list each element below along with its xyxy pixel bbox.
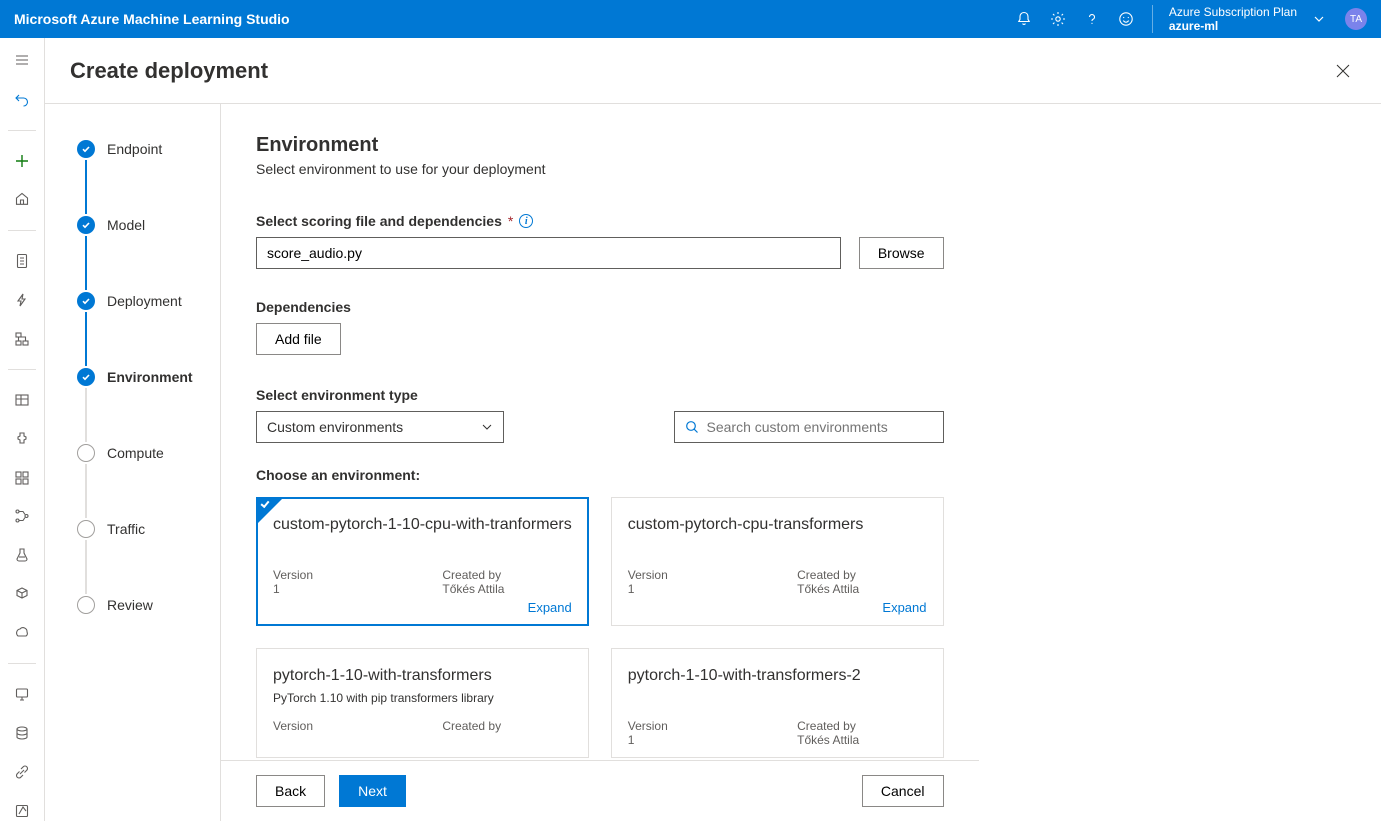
env-search-box[interactable] xyxy=(674,411,944,443)
pipelines-icon[interactable] xyxy=(6,506,38,527)
chevron-down-icon xyxy=(481,421,493,433)
step-compute[interactable]: Compute xyxy=(77,442,220,464)
env-card-desc: PyTorch 1.10 with pip transformers libra… xyxy=(273,691,572,705)
undo-icon[interactable] xyxy=(6,89,38,110)
scoring-file-input[interactable] xyxy=(256,237,841,269)
env-card-createdby-label: Created by xyxy=(442,719,571,733)
env-card[interactable]: pytorch-1-10-with-transformers-2 Version… xyxy=(611,648,944,758)
cancel-button[interactable]: Cancel xyxy=(862,775,944,807)
plus-icon[interactable] xyxy=(6,150,38,171)
close-icon[interactable] xyxy=(1330,58,1356,87)
left-nav xyxy=(0,38,45,821)
step-deployment[interactable]: Deployment xyxy=(77,290,220,312)
env-card-title: pytorch-1-10-with-transformers-2 xyxy=(628,667,927,685)
env-card-createdby-label: Created by xyxy=(797,568,926,582)
dependencies-label: Dependencies xyxy=(256,299,944,315)
env-type-label: Select environment type xyxy=(256,387,504,403)
step-review[interactable]: Review xyxy=(77,594,220,616)
env-card[interactable]: custom-pytorch-1-10-cpu-with-tranformers… xyxy=(256,497,589,626)
components-icon[interactable] xyxy=(6,467,38,488)
env-card-createdby-label: Created by xyxy=(442,568,571,582)
title-bar: Microsoft Azure Machine Learning Studio … xyxy=(0,0,1381,38)
notifications-icon[interactable] xyxy=(1016,11,1032,27)
linked-services-icon[interactable] xyxy=(6,761,38,782)
subscription-label: Azure Subscription Plan xyxy=(1169,5,1297,19)
datastores-icon[interactable] xyxy=(6,723,38,744)
endpoints-icon[interactable] xyxy=(6,622,38,643)
env-card-expand[interactable]: Expand xyxy=(273,600,572,615)
automl-icon[interactable] xyxy=(6,289,38,310)
step-traffic[interactable]: Traffic xyxy=(77,518,220,540)
designer-icon[interactable] xyxy=(6,328,38,349)
env-card-createdby-value: Tőkés Attila xyxy=(797,582,926,596)
env-card-version-value: 1 xyxy=(628,582,757,596)
next-button[interactable]: Next xyxy=(339,775,406,807)
back-button[interactable]: Back xyxy=(256,775,325,807)
browse-button[interactable]: Browse xyxy=(859,237,944,269)
home-icon[interactable] xyxy=(6,189,38,210)
env-card-version-value: 1 xyxy=(628,733,757,747)
env-type-select[interactable]: Custom environments xyxy=(256,411,504,443)
env-search-input[interactable] xyxy=(707,419,933,435)
product-name: Microsoft Azure Machine Learning Studio xyxy=(14,11,290,27)
step-environment[interactable]: Environment xyxy=(77,366,220,388)
subscription-switcher[interactable]: Azure Subscription Plan azure-ml xyxy=(1152,5,1303,34)
help-icon[interactable] xyxy=(1084,11,1100,27)
env-card[interactable]: pytorch-1-10-with-transformers PyTorch 1… xyxy=(256,648,589,758)
env-card-version-label: Version xyxy=(273,568,402,582)
section-title: Environment xyxy=(256,134,944,157)
chevron-down-icon[interactable] xyxy=(1311,11,1327,27)
data-icon[interactable] xyxy=(6,390,38,411)
env-card-version-label: Version xyxy=(628,719,757,733)
info-icon[interactable]: i xyxy=(519,214,533,228)
search-icon xyxy=(685,420,699,434)
step-model[interactable]: Model xyxy=(77,214,220,236)
notebooks-icon[interactable] xyxy=(6,251,38,272)
env-card-title: custom-pytorch-1-10-cpu-with-tranformers xyxy=(273,516,572,534)
jobs-icon[interactable] xyxy=(6,429,38,450)
hamburger-icon[interactable] xyxy=(6,50,38,71)
section-subtitle: Select environment to use for your deplo… xyxy=(256,161,944,177)
env-card-version-value: 1 xyxy=(273,582,402,596)
env-card-version-label: Version xyxy=(628,568,757,582)
env-card-createdby-value: Tőkés Attila xyxy=(442,582,571,596)
env-type-value: Custom environments xyxy=(267,419,403,435)
add-file-button[interactable]: Add file xyxy=(256,323,341,355)
wizard-steps: Endpoint Model Deployment Environment xyxy=(45,104,221,821)
workspace-name: azure-ml xyxy=(1169,19,1297,33)
content-area: Environment Select environment to use fo… xyxy=(221,104,979,760)
feedback-smiley-icon[interactable] xyxy=(1118,11,1134,27)
environments-icon[interactable] xyxy=(6,545,38,566)
env-card-expand[interactable]: Expand xyxy=(628,600,927,615)
avatar[interactable]: TA xyxy=(1345,8,1367,30)
env-card-version-label: Version xyxy=(273,719,402,733)
env-card-title: pytorch-1-10-with-transformers xyxy=(273,667,572,685)
env-card-createdby-value: Tőkés Attila xyxy=(797,733,926,747)
compute-icon[interactable] xyxy=(6,684,38,705)
panel-title: Create deployment xyxy=(70,58,268,84)
wizard-footer: Back Next Cancel xyxy=(221,760,979,821)
env-card[interactable]: custom-pytorch-cpu-transformers Version … xyxy=(611,497,944,626)
env-card-createdby-label: Created by xyxy=(797,719,926,733)
settings-gear-icon[interactable] xyxy=(1050,11,1066,27)
env-card-title: custom-pytorch-cpu-transformers xyxy=(628,516,927,534)
data-labeling-icon[interactable] xyxy=(6,800,38,821)
choose-env-label: Choose an environment: xyxy=(256,467,944,483)
scoring-file-label: Select scoring file and dependencies * i xyxy=(256,213,944,229)
models-icon[interactable] xyxy=(6,584,38,605)
step-endpoint[interactable]: Endpoint xyxy=(77,138,220,160)
